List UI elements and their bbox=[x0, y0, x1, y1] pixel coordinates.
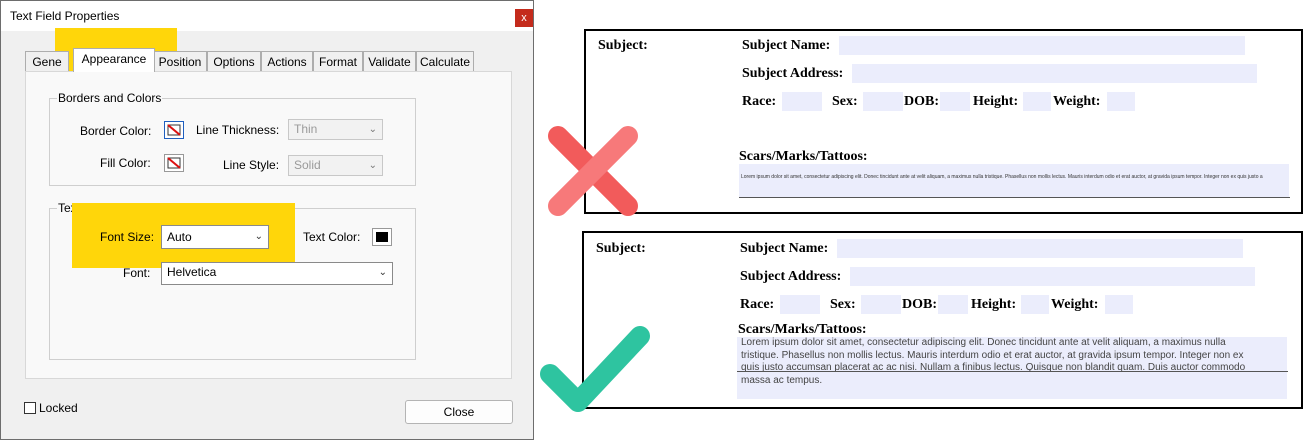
fill-color-label: Fill Color: bbox=[100, 156, 151, 170]
line-thickness-select[interactable]: Thin ⌄ bbox=[288, 119, 383, 140]
tab-format[interactable]: Format bbox=[313, 51, 363, 71]
green-check-icon bbox=[540, 326, 650, 412]
font-size-select[interactable]: Auto ⌄ bbox=[161, 225, 269, 249]
good-example-form: Subject: Subject Name: Subject Address: … bbox=[582, 231, 1303, 409]
scars-field-text: Lorem ipsum dolor sit amet, consectetur … bbox=[741, 337, 1287, 387]
font-value: Helvetica bbox=[167, 265, 217, 279]
scars-text-line: tristique. Phasellus non mollis lectus. … bbox=[741, 349, 1244, 361]
chevron-down-icon: ⌄ bbox=[368, 160, 377, 171]
subject-name-field[interactable] bbox=[839, 36, 1245, 55]
race-label: Race: bbox=[742, 94, 777, 109]
bad-example-form: Subject: Subject Name: Subject Address: … bbox=[584, 29, 1303, 214]
dob-field[interactable] bbox=[938, 295, 968, 314]
borders-and-colors-group: Borders and Colors Border Color: Fill Co… bbox=[49, 91, 416, 186]
weight-field[interactable] bbox=[1105, 295, 1133, 314]
chevron-down-icon: ⌄ bbox=[368, 124, 377, 135]
close-button[interactable]: Close bbox=[405, 400, 513, 424]
scars-text-line: quis justo accumsan placerat ac ac nisi.… bbox=[741, 362, 1246, 373]
height-field[interactable] bbox=[1021, 295, 1049, 314]
red-x-icon bbox=[548, 126, 638, 216]
border-color-label: Border Color: bbox=[80, 124, 152, 138]
scars-text-line: Lorem ipsum dolor sit amet, consectetur … bbox=[741, 337, 1226, 348]
race-field[interactable] bbox=[782, 92, 822, 111]
tab-options[interactable]: Options bbox=[207, 51, 261, 71]
subject-label: Subject: bbox=[596, 241, 646, 256]
text-color-fill bbox=[376, 232, 388, 242]
locked-label: Locked bbox=[39, 401, 78, 415]
height-label: Height: bbox=[973, 94, 1019, 109]
font-size-value: Auto bbox=[167, 230, 192, 244]
borders-group-legend: Borders and Colors bbox=[57, 91, 163, 105]
subject-address-field[interactable] bbox=[850, 267, 1255, 286]
line-style-value: Solid bbox=[294, 158, 321, 172]
chevron-down-icon: ⌄ bbox=[254, 231, 263, 242]
scars-label: Scars/Marks/Tattoos: bbox=[739, 149, 868, 164]
height-label: Height: bbox=[971, 297, 1017, 312]
dialog-title: Text Field Properties bbox=[10, 9, 120, 23]
subject-address-label: Subject Address: bbox=[740, 269, 842, 284]
tab-appearance[interactable]: Appearance bbox=[73, 48, 155, 72]
scars-text-line: massa ac tempus. bbox=[741, 374, 823, 386]
weight-field[interactable] bbox=[1107, 92, 1135, 111]
locked-checkbox[interactable] bbox=[24, 402, 36, 414]
dob-label: DOB: bbox=[902, 297, 937, 312]
title-bar: Text Field Properties x bbox=[1, 1, 533, 31]
border-color-swatch[interactable] bbox=[164, 121, 184, 139]
fill-color-swatch[interactable] bbox=[164, 154, 184, 172]
no-color-icon bbox=[167, 157, 181, 169]
font-select[interactable]: Helvetica ⌄ bbox=[161, 262, 393, 285]
tab-validate[interactable]: Validate bbox=[363, 51, 416, 71]
font-label: Font: bbox=[123, 266, 151, 280]
sex-field[interactable] bbox=[861, 295, 901, 314]
subject-address-field[interactable] bbox=[852, 64, 1257, 83]
sex-label: Sex: bbox=[830, 297, 856, 312]
subject-address-label: Subject Address: bbox=[742, 66, 844, 81]
dob-field[interactable] bbox=[940, 92, 970, 111]
scars-field-tiny-text: Lorem ipsum dolor sit amet, consectetur … bbox=[741, 174, 1263, 180]
text-color-label: Text Color: bbox=[303, 230, 361, 244]
race-label: Race: bbox=[740, 297, 775, 312]
text-field-properties-dialog: Text Field Properties x Gene Appearance … bbox=[0, 0, 534, 440]
dob-label: DOB: bbox=[904, 94, 939, 109]
line-thickness-label: Line Thickness: bbox=[196, 123, 280, 137]
weight-label: Weight: bbox=[1053, 94, 1101, 109]
subject-name-label: Subject Name: bbox=[742, 38, 831, 53]
subject-name-label: Subject Name: bbox=[740, 241, 829, 256]
sex-field[interactable] bbox=[863, 92, 903, 111]
tab-general[interactable]: Gene bbox=[25, 51, 69, 71]
no-color-icon bbox=[167, 124, 181, 136]
sex-label: Sex: bbox=[832, 94, 858, 109]
tab-calculate[interactable]: Calculate bbox=[416, 51, 474, 71]
line-thickness-value: Thin bbox=[294, 122, 318, 136]
line-style-label: Line Style: bbox=[223, 158, 280, 172]
scars-field[interactable] bbox=[739, 164, 1289, 198]
race-field[interactable] bbox=[780, 295, 820, 314]
text-color-swatch[interactable] bbox=[372, 228, 392, 246]
tab-position[interactable]: Position bbox=[153, 51, 207, 71]
subject-name-field[interactable] bbox=[837, 239, 1243, 258]
chevron-down-icon: ⌄ bbox=[378, 267, 387, 278]
height-field[interactable] bbox=[1023, 92, 1051, 111]
subject-label: Subject: bbox=[598, 38, 648, 53]
scars-underline bbox=[737, 371, 1288, 372]
scars-label: Scars/Marks/Tattoos: bbox=[738, 322, 867, 337]
close-icon[interactable]: x bbox=[515, 9, 533, 27]
line-style-select[interactable]: Solid ⌄ bbox=[288, 155, 383, 176]
scars-underline bbox=[739, 197, 1290, 198]
tab-actions[interactable]: Actions bbox=[261, 51, 313, 71]
font-size-label: Font Size: bbox=[100, 230, 155, 244]
weight-label: Weight: bbox=[1051, 297, 1099, 312]
